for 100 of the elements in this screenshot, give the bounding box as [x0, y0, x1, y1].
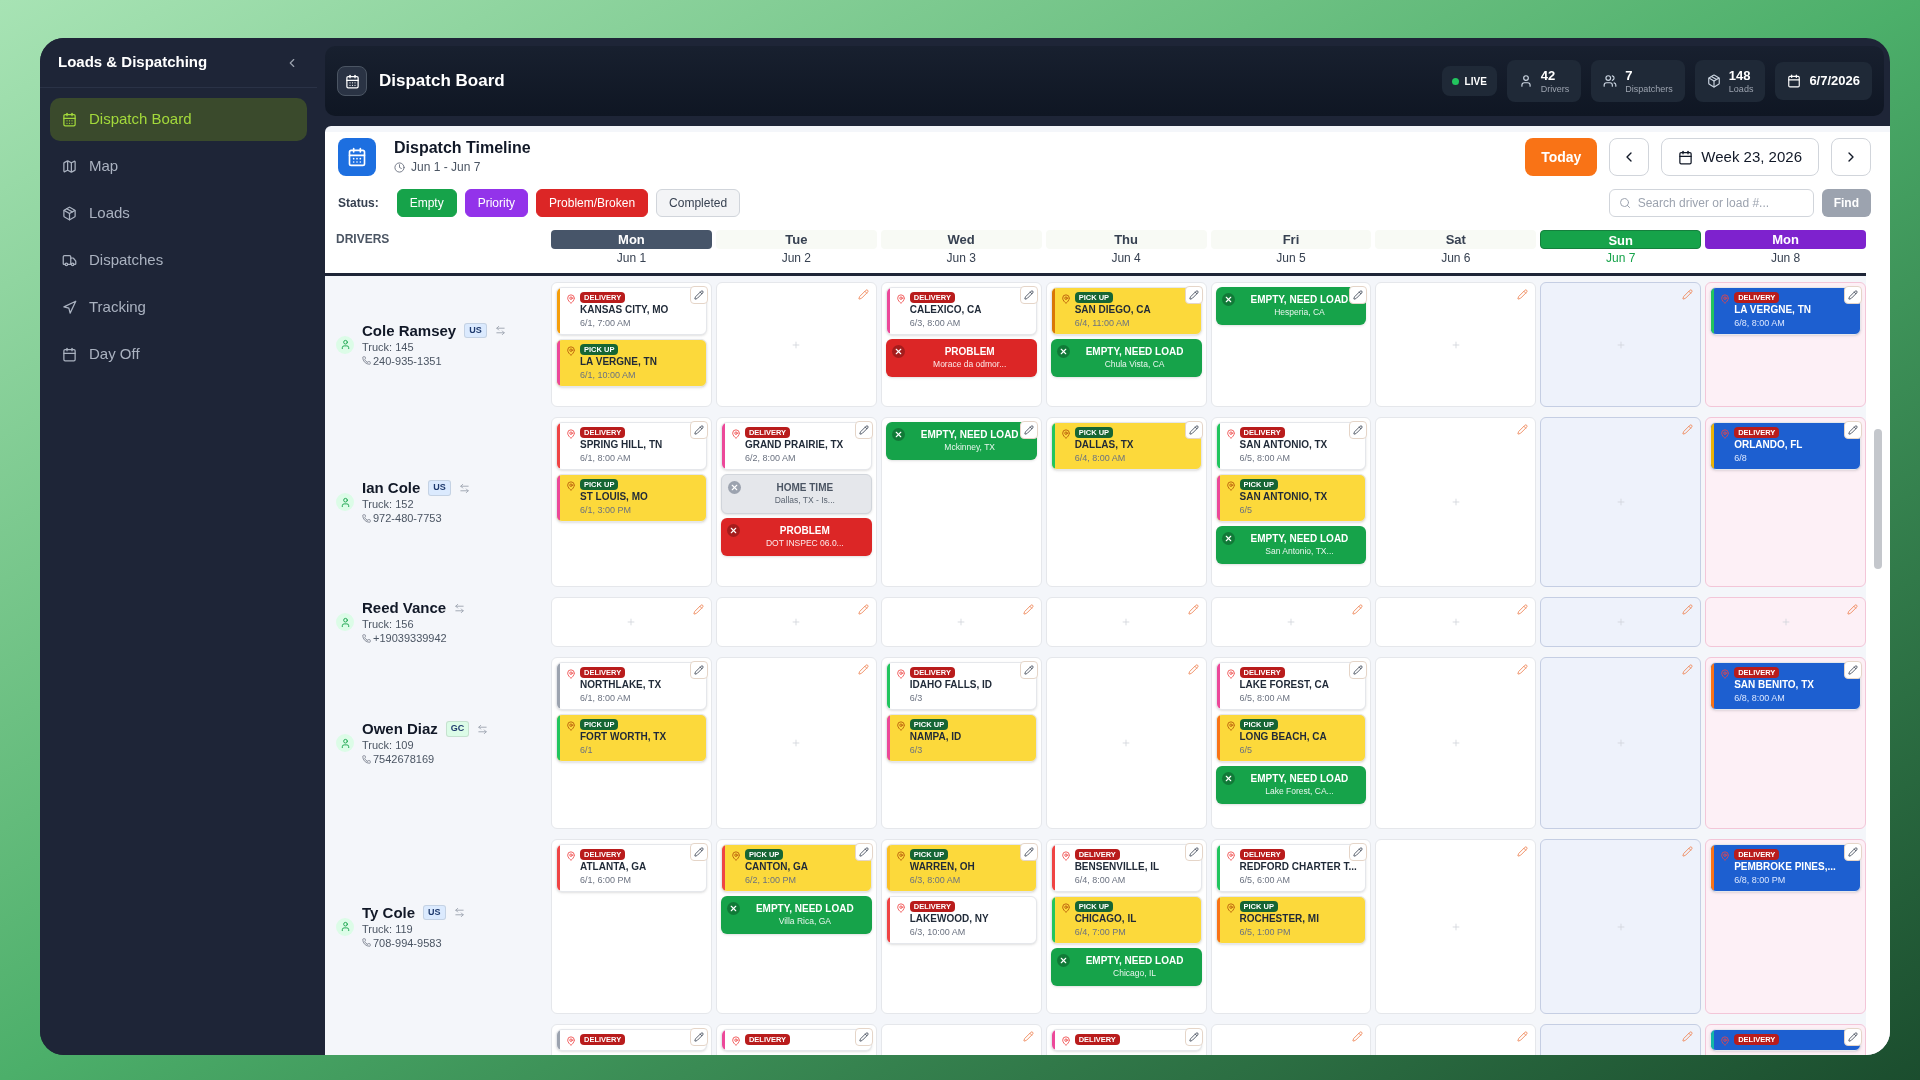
edit-button[interactable]	[1349, 421, 1368, 439]
edit-icon[interactable]	[692, 604, 704, 615]
day-cell[interactable]	[1540, 839, 1702, 1014]
edit-button[interactable]	[1184, 1028, 1203, 1046]
day-header[interactable]: Fri	[1210, 230, 1372, 249]
plus-icon[interactable]	[1780, 617, 1791, 627]
nav-item[interactable]: Day Off	[50, 333, 307, 376]
day-cell[interactable]	[551, 597, 712, 647]
plus-icon[interactable]	[1450, 617, 1461, 627]
edit-button[interactable]	[1184, 843, 1203, 861]
driver-name[interactable]: Owen Diaz	[362, 720, 438, 738]
day-cell[interactable]	[880, 597, 1042, 647]
edit-button[interactable]	[1019, 421, 1038, 439]
previous-button[interactable]	[1609, 138, 1650, 176]
edit-icon[interactable]	[1682, 289, 1694, 300]
edit-icon[interactable]	[1682, 664, 1694, 675]
edit-button[interactable]	[1019, 286, 1038, 304]
problem-card[interactable]: PROBLEM DOT INSPEC 06.0...	[720, 518, 872, 556]
day-cell[interactable]	[1045, 597, 1207, 647]
edit-button[interactable]	[1844, 661, 1862, 679]
edit-button[interactable]	[1184, 286, 1203, 304]
edit-button[interactable]	[689, 661, 708, 679]
plus-icon[interactable]	[1450, 738, 1461, 748]
day-cell[interactable]	[1210, 597, 1372, 647]
edit-icon[interactable]	[1352, 604, 1364, 615]
edit-icon[interactable]	[1517, 1031, 1529, 1042]
day-cell[interactable]	[1375, 657, 1537, 829]
edit-button[interactable]	[689, 1028, 708, 1046]
nav-item[interactable]: Loads	[50, 192, 307, 235]
edit-button[interactable]	[1844, 843, 1862, 861]
edit-button[interactable]	[1844, 286, 1862, 304]
day-cell[interactable]	[1375, 417, 1537, 587]
swap-icon[interactable]	[494, 325, 506, 336]
edit-button[interactable]	[1184, 421, 1203, 439]
status-filter[interactable]: Problem/Broken	[536, 189, 649, 217]
next-button[interactable]	[1831, 138, 1871, 176]
plus-icon[interactable]	[1450, 497, 1461, 507]
edit-icon[interactable]	[1682, 424, 1694, 435]
day-cell[interactable]	[1045, 657, 1207, 829]
driver-name[interactable]: Ty Cole	[362, 903, 416, 922]
edit-button[interactable]	[689, 421, 708, 439]
edit-icon[interactable]	[857, 289, 869, 300]
edit-icon[interactable]	[857, 664, 869, 675]
status-filter[interactable]: Completed	[656, 189, 741, 217]
edit-icon[interactable]	[857, 604, 869, 615]
driver-name[interactable]: Ian Cole	[362, 479, 421, 497]
day-cell[interactable]	[1375, 282, 1537, 407]
day-header[interactable]: Wed	[880, 230, 1042, 249]
edit-icon[interactable]	[1682, 1031, 1694, 1042]
status-filter[interactable]: Priority	[464, 189, 529, 217]
plus-icon[interactable]	[1450, 921, 1461, 932]
edit-icon[interactable]	[1847, 604, 1858, 615]
day-header[interactable]: Mon	[1705, 230, 1866, 249]
day-cell[interactable]	[1375, 597, 1537, 647]
edit-button[interactable]	[1349, 661, 1368, 679]
edit-button[interactable]	[689, 843, 708, 861]
day-cell[interactable]	[715, 597, 877, 647]
plus-icon[interactable]	[1121, 617, 1132, 627]
home-time-card[interactable]: HOME TIME Dallas, TX - Is...	[720, 474, 872, 514]
day-header[interactable]: Mon	[551, 230, 712, 249]
week-picker[interactable]: Week 23, 2026	[1661, 138, 1819, 176]
nav-item[interactable]: Map	[50, 145, 307, 188]
day-cell[interactable]	[715, 282, 877, 407]
day-cell[interactable]	[1375, 839, 1537, 1014]
scrollbar-thumb[interactable]	[1874, 429, 1882, 569]
plus-icon[interactable]	[1121, 738, 1132, 748]
day-cell[interactable]	[1705, 597, 1866, 647]
edit-icon[interactable]	[1022, 604, 1034, 615]
plus-icon[interactable]	[956, 617, 967, 627]
edit-icon[interactable]	[1187, 664, 1199, 675]
edit-button[interactable]	[1844, 1028, 1862, 1046]
edit-icon[interactable]	[1517, 289, 1529, 300]
edit-icon[interactable]	[1517, 604, 1529, 615]
nav-item[interactable]: Dispatches	[50, 239, 307, 282]
driver-name[interactable]: Reed Vance	[362, 599, 447, 617]
day-cell[interactable]	[715, 657, 877, 829]
edit-button[interactable]	[1844, 421, 1862, 439]
edit-button[interactable]	[854, 421, 873, 439]
edit-icon[interactable]	[1517, 846, 1529, 857]
edit-icon[interactable]	[1022, 1031, 1034, 1042]
swap-icon[interactable]	[454, 602, 466, 614]
plus-icon[interactable]	[791, 339, 802, 350]
day-cell[interactable]	[1540, 282, 1702, 407]
edit-button[interactable]	[689, 286, 708, 304]
driver-name[interactable]: Cole Ramsey	[362, 321, 457, 340]
day-cell[interactable]	[1540, 597, 1702, 647]
swap-icon[interactable]	[458, 482, 470, 494]
plus-icon[interactable]	[791, 617, 802, 627]
edit-icon[interactable]	[1682, 604, 1694, 615]
problem-card[interactable]: PROBLEM Morace da odmor...	[885, 339, 1037, 377]
day-header[interactable]: Sat	[1375, 230, 1537, 249]
edit-button[interactable]	[1349, 843, 1368, 861]
nav-item[interactable]: Dispatch Board	[50, 98, 307, 141]
search-field[interactable]: Search driver or load #...	[1608, 189, 1814, 217]
day-cell[interactable]	[1540, 657, 1702, 829]
edit-button[interactable]	[1019, 661, 1038, 679]
day-header[interactable]: Tue	[715, 230, 877, 249]
nav-item[interactable]: Tracking	[50, 286, 307, 329]
edit-icon[interactable]	[1187, 604, 1199, 615]
swap-icon[interactable]	[453, 907, 465, 918]
